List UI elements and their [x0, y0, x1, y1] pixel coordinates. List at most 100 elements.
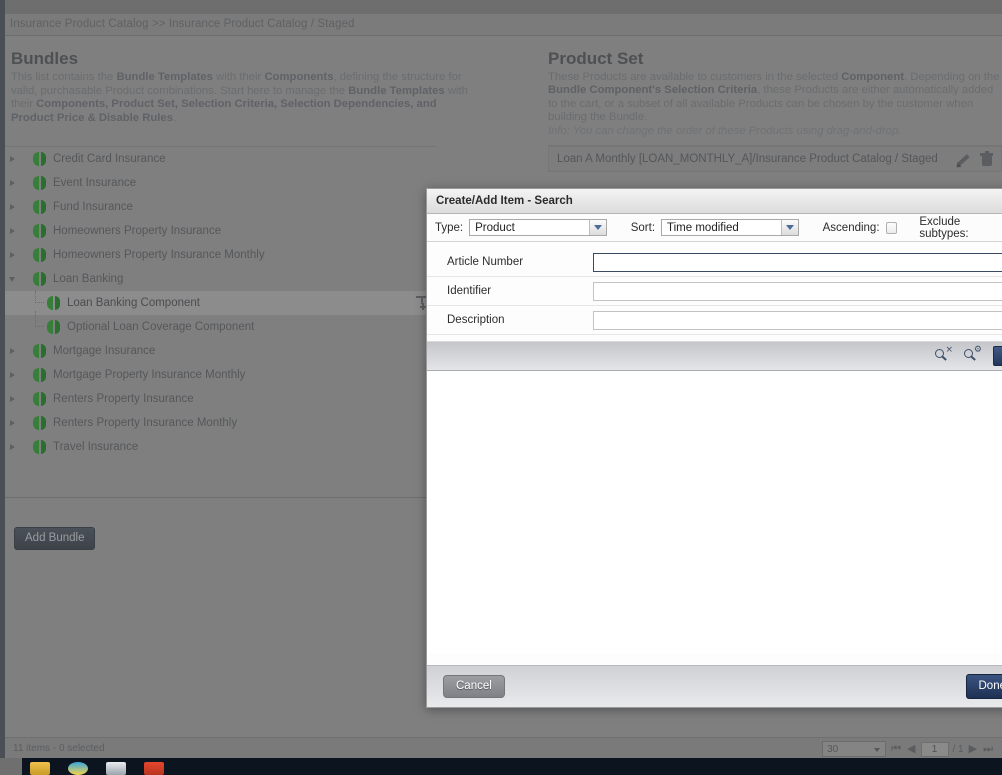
- search-button[interactable]: [993, 346, 1002, 366]
- tree-item[interactable]: Credit Card Insurance: [5, 147, 437, 171]
- cancel-button[interactable]: Cancel: [443, 675, 505, 698]
- tree-item-label: Mortgage Insurance: [53, 345, 156, 357]
- bundle-icon: [33, 248, 46, 262]
- exclude-subtypes-label: Exclude subtypes:: [919, 215, 969, 240]
- tree-item[interactable]: Loan Banking: [5, 267, 437, 291]
- dialog-search-actions: × ⚙: [427, 341, 1002, 371]
- chevron-right-icon[interactable]: [5, 243, 19, 267]
- delete-icon[interactable]: [980, 151, 993, 167]
- product-set-list: Loan A Monthly [LOAN_MONTHLY_A]/Insuranc…: [548, 145, 1002, 172]
- tree-item-label: Renters Property Insurance: [53, 393, 194, 405]
- advanced-search-icon[interactable]: ⚙: [964, 345, 982, 364]
- tree-item[interactable]: Renters Property Insurance: [5, 387, 437, 411]
- folder-icon[interactable]: [30, 762, 50, 775]
- tree-item[interactable]: Loan Banking Component: [5, 291, 437, 315]
- product-set-row-label: Loan A Monthly [LOAN_MONTHLY_A]/Insuranc…: [557, 153, 938, 165]
- dialog-search-form: Article Number Identifier Description: [427, 242, 1002, 335]
- page-size-value: 30: [827, 743, 839, 755]
- next-page-icon[interactable]: ▶: [968, 742, 978, 756]
- desc-strong: Components, Product Set, Selection Crite…: [11, 98, 437, 124]
- sort-select[interactable]: Time modified: [661, 219, 799, 236]
- chevron-right-icon[interactable]: [5, 363, 19, 387]
- product-set-info: Info: You can change the order of these …: [548, 124, 902, 137]
- desc-strong: Bundle Templates: [116, 71, 213, 83]
- dialog-results-area: [427, 371, 1002, 653]
- desc-strong: Bundle Templates: [348, 84, 445, 97]
- first-page-icon[interactable]: ⏮: [890, 742, 902, 756]
- product-set-row-actions: [956, 151, 993, 167]
- tree-item[interactable]: Travel Insurance: [5, 435, 437, 459]
- chevron-right-icon[interactable]: [5, 195, 19, 219]
- editor-icon[interactable]: [144, 762, 164, 775]
- bundle-icon: [47, 296, 60, 310]
- field-input[interactable]: [593, 310, 1002, 330]
- field-input[interactable]: [593, 252, 1002, 272]
- bundle-icon: [33, 200, 46, 214]
- os-taskbar: [0, 758, 1002, 775]
- tree-item-label: Renters Property Insurance Monthly: [53, 417, 238, 429]
- page-total: / 1: [952, 743, 964, 755]
- chevron-right-icon[interactable]: [5, 387, 19, 411]
- tree-item[interactable]: Event Insurance: [5, 171, 437, 195]
- bundle-icon: [33, 368, 46, 382]
- tree-connector: [33, 311, 47, 339]
- chevron-right-icon[interactable]: [5, 435, 19, 459]
- bundle-icon: [33, 416, 46, 430]
- chevron-down-icon: [780, 220, 798, 235]
- tree-item-label: Homeowners Property Insurance: [53, 225, 222, 237]
- done-button[interactable]: Done: [965, 674, 1002, 699]
- page-number-input[interactable]: 1: [920, 741, 949, 757]
- status-text: 11 items - 0 selected: [13, 743, 105, 754]
- status-bar: 11 items - 0 selected 30 ⏮ ◀ 1 / 1 ▶ ⏭: [5, 737, 1002, 758]
- tree-item-label: Event Insurance: [53, 177, 137, 189]
- tree-item[interactable]: Homeowners Property Insurance: [5, 219, 437, 243]
- breadcrumb[interactable]: Insurance Product Catalog >> Insurance P…: [10, 18, 354, 30]
- page-size-select[interactable]: 30: [822, 741, 887, 757]
- form-row: Description: [427, 306, 1002, 335]
- tree-item[interactable]: Optional Loan Coverage Component: [5, 311, 437, 339]
- tree-item-label: Loan Banking Component: [67, 297, 200, 309]
- bundle-icon: [33, 176, 46, 190]
- type-label: Type:: [435, 221, 464, 234]
- bundles-tree[interactable]: Credit Card Insurance Event Insurance Fund…: [5, 146, 437, 498]
- browser-icon[interactable]: [68, 762, 88, 775]
- bundle-icon: [33, 152, 46, 166]
- clear-search-icon[interactable]: ×: [935, 346, 953, 364]
- type-select[interactable]: Product: [469, 219, 607, 236]
- edit-icon[interactable]: [956, 153, 970, 167]
- last-page-icon[interactable]: ⏭: [982, 742, 994, 756]
- desc-strong: Bundle Component's Selection Criteria: [548, 84, 758, 97]
- tree-item[interactable]: Homeowners Property Insurance Monthly: [5, 243, 437, 267]
- chevron-down-icon[interactable]: [5, 267, 19, 291]
- field-label: Article Number: [447, 256, 524, 268]
- form-row: Article Number: [427, 248, 1002, 277]
- advanced-search-badge: ⚙: [973, 345, 982, 355]
- chevron-right-icon[interactable]: [5, 147, 19, 171]
- pagination: 30 ⏮ ◀ 1 / 1 ▶ ⏭: [822, 741, 994, 757]
- chevron-right-icon[interactable]: [5, 339, 19, 363]
- add-bundle-button[interactable]: Add Bundle: [14, 527, 96, 550]
- desc-part: .: [172, 111, 177, 124]
- tree-item[interactable]: Mortgage Property Insurance Monthly: [5, 363, 437, 387]
- ascending-checkbox[interactable]: [885, 221, 898, 234]
- desc-part: These Products are available to customer…: [548, 71, 842, 83]
- desc-strong: Components: [264, 71, 334, 83]
- bundle-icon: [33, 224, 46, 238]
- product-set-row[interactable]: Loan A Monthly [LOAN_MONTHLY_A]/Insuranc…: [548, 146, 1002, 172]
- tree-item[interactable]: Fund Insurance: [5, 195, 437, 219]
- start-button[interactable]: [0, 758, 22, 775]
- prev-page-icon[interactable]: ◀: [906, 742, 916, 756]
- chevron-right-icon[interactable]: [5, 411, 19, 435]
- create-add-item-dialog: Create/Add Item - Search Type: Product S…: [426, 188, 1002, 708]
- app-icon[interactable]: [106, 762, 126, 775]
- type-value: Product: [475, 221, 515, 234]
- chevron-right-icon[interactable]: [5, 219, 19, 243]
- tree-item[interactable]: Renters Property Insurance Monthly: [5, 411, 437, 435]
- field-input[interactable]: [593, 281, 1002, 301]
- bundle-icon: [33, 344, 46, 358]
- desc-part: with their: [212, 71, 265, 83]
- tree-item[interactable]: Mortgage Insurance: [5, 339, 437, 363]
- chevron-right-icon[interactable]: [5, 171, 19, 195]
- desc-part: . Depending on the: [904, 71, 1000, 83]
- ascending-label: Ascending:: [822, 221, 880, 234]
